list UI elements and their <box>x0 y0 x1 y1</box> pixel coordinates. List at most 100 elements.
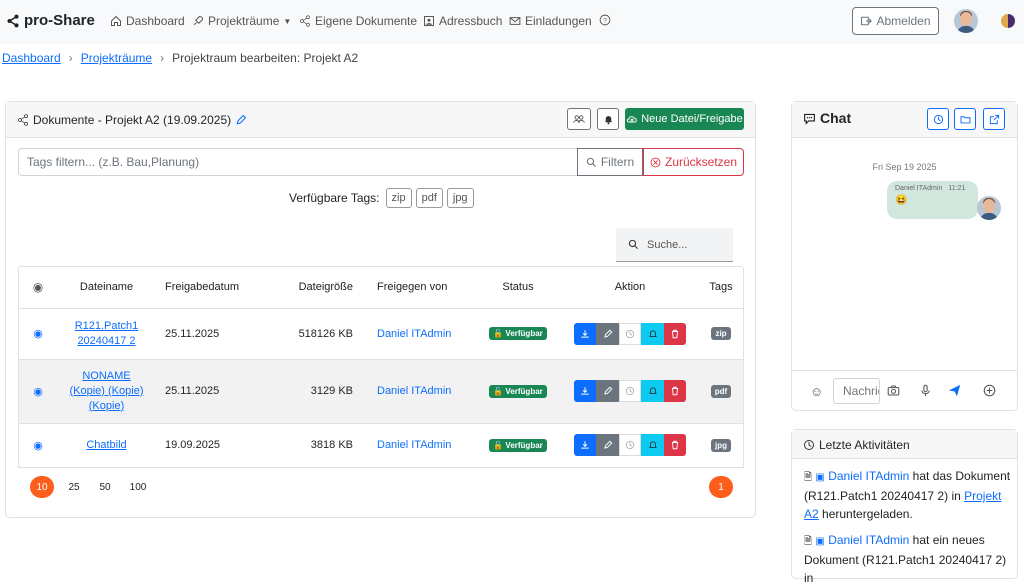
theme-toggle-icon[interactable] <box>1001 14 1015 28</box>
download-icon[interactable] <box>573 434 597 456</box>
message-author: Daniel ITAdmin <box>895 185 943 192</box>
chat-folder-button[interactable] <box>954 108 976 130</box>
cloud-upload-icon <box>627 116 638 123</box>
shared-by-link[interactable]: Daniel ITAdmin <box>361 423 474 468</box>
trash-icon[interactable] <box>663 322 687 345</box>
user-avatar[interactable] <box>954 9 978 33</box>
breadcrumb-separator-icon: › <box>160 51 165 65</box>
nav-einladungen[interactable]: Einladungen <box>509 14 592 28</box>
clock-icon[interactable] <box>618 380 642 402</box>
share-icon <box>18 114 28 126</box>
column-header[interactable]: Dateiname <box>58 266 155 309</box>
nav-eigene-dokumente[interactable]: Eigene Dokumente <box>299 14 417 28</box>
logout-button[interactable]: Abmelden <box>852 7 939 35</box>
page-size-100[interactable]: 100 <box>126 476 150 498</box>
breadcrumb-dashboard[interactable]: Dashboard <box>2 51 61 65</box>
column-header[interactable]: Freigegen von <box>361 266 474 309</box>
share-icon <box>7 14 19 27</box>
send-icon[interactable] <box>948 384 961 400</box>
column-header: Tags <box>698 266 744 309</box>
page-size-10[interactable]: 10 <box>30 476 54 498</box>
rocket-icon <box>193 16 203 26</box>
trash-icon[interactable] <box>663 380 687 402</box>
status-badge: 🔓 Verfügbar <box>489 384 547 398</box>
new-file-share-label: Neue Datei/Freigabe <box>641 113 743 125</box>
tag-button-pdf[interactable]: pdf <box>415 188 443 208</box>
nav-dashboard[interactable]: Dashboard <box>110 14 185 28</box>
activity-text: hat ein neues <box>912 533 985 547</box>
pencil-icon[interactable] <box>596 322 619 345</box>
action-group <box>573 322 687 345</box>
preview-eye-icon[interactable]: ◉ <box>33 386 43 398</box>
clock-icon <box>933 114 943 124</box>
person-badge-icon: ▣ <box>815 536 825 547</box>
breadcrumb: Dashboard › Projekträume › Projektraum b… <box>2 51 358 65</box>
top-navbar: pro-Share Dashboard Projekträume ▼ Eigen… <box>0 0 1024 44</box>
activity-user-link[interactable]: Daniel ITAdmin <box>828 533 909 547</box>
bell-icon[interactable] <box>641 322 664 345</box>
clock-icon[interactable] <box>618 322 642 345</box>
chat-popout-button[interactable] <box>983 108 1005 130</box>
activity-user-link[interactable]: Daniel ITAdmin <box>828 469 909 483</box>
clock-icon[interactable] <box>618 434 642 456</box>
microphone-icon[interactable] <box>919 384 932 400</box>
chat-message-avatar <box>977 196 1001 220</box>
pencil-icon[interactable] <box>596 380 619 402</box>
tag-button-zip[interactable]: zip <box>385 188 412 208</box>
plus-circle-icon[interactable] <box>983 384 996 400</box>
activity-title: Letzte Aktivitäten <box>819 438 910 452</box>
members-button[interactable] <box>567 108 591 130</box>
new-file-share-button[interactable]: Neue Datei/Freigabe <box>625 108 744 130</box>
camera-icon[interactable] <box>887 384 900 400</box>
activity-item: 🗎 ▣ Daniel ITAdmin hat ein neues Dokumen… <box>804 531 1014 587</box>
column-header-preview: ◉ <box>18 266 58 309</box>
help-button[interactable]: ? <box>599 14 611 26</box>
brand-logo[interactable]: pro-Share <box>6 12 95 29</box>
file-name-link[interactable]: Chatbild <box>58 438 155 453</box>
breadcrumb-projektraeume[interactable]: Projekträume <box>81 51 152 65</box>
tag-badge: zip <box>711 327 731 340</box>
preview-eye-icon[interactable]: ◉ <box>33 328 43 340</box>
file-name-link[interactable]: NONAME (Kopie) (Kopie) (Kopie) <box>58 369 155 414</box>
x-circle-icon <box>650 157 661 167</box>
bell-icon[interactable] <box>641 380 664 402</box>
svg-text:?: ? <box>603 18 607 25</box>
reset-button[interactable]: Zurücksetzen <box>643 148 744 176</box>
file-name-link[interactable]: R121.Patch1 20240417 2 <box>58 319 155 349</box>
emoji-icon[interactable]: ☺ <box>810 384 823 399</box>
tag-button-jpg[interactable]: jpg <box>446 188 474 208</box>
chat-date: Fri Sep 19 2025 <box>872 162 937 172</box>
column-header[interactable]: Dateigröße <box>268 266 361 309</box>
activity-item: 🗎 ▣ Daniel ITAdmin hat das Dokument (R12… <box>804 467 1014 523</box>
nav-projektraeume[interactable]: Projekträume ▼ <box>192 14 291 28</box>
chat-message-input[interactable]: Nachricht <box>833 378 880 404</box>
filter-button[interactable]: Filtern <box>577 148 643 176</box>
activity-text: Dokument (R121.Patch1 20240417 2) in <box>804 553 1007 585</box>
message-time: 11:21 <box>948 185 966 192</box>
pencil-icon[interactable] <box>235 114 247 126</box>
notifications-button[interactable] <box>597 108 619 130</box>
shared-by-link[interactable]: Daniel ITAdmin <box>361 308 474 360</box>
trash-icon[interactable] <box>663 434 687 456</box>
file-size: 3818 KB <box>268 423 361 468</box>
shared-by-link[interactable]: Daniel ITAdmin <box>361 359 474 424</box>
page-size-25[interactable]: 25 <box>62 476 86 498</box>
nav-adressbuch-label: Adressbuch <box>439 14 503 28</box>
chat-history-button[interactable] <box>927 108 949 130</box>
nav-eigene-dokumente-label: Eigene Dokumente <box>315 14 418 28</box>
home-icon <box>111 15 121 26</box>
bell-icon[interactable] <box>641 434 664 456</box>
pencil-icon[interactable] <box>596 434 619 456</box>
page-size-50[interactable]: 50 <box>93 476 117 498</box>
folder-icon <box>960 115 970 123</box>
nav-adressbuch[interactable]: Adressbuch <box>423 14 502 28</box>
column-header[interactable]: Freigabedatum <box>155 266 268 309</box>
brand-name: pro-Share <box>24 12 95 29</box>
download-icon[interactable] <box>573 322 597 345</box>
page-number-1[interactable]: 1 <box>709 476 733 498</box>
download-icon[interactable] <box>573 380 597 402</box>
preview-eye-icon[interactable]: ◉ <box>33 440 43 452</box>
tags-filter-input[interactable]: Tags filtern... (z.B. Bau,Planung) <box>18 148 578 176</box>
question-circle-icon: ? <box>599 14 611 26</box>
search-input[interactable]: Suche... <box>616 228 733 262</box>
